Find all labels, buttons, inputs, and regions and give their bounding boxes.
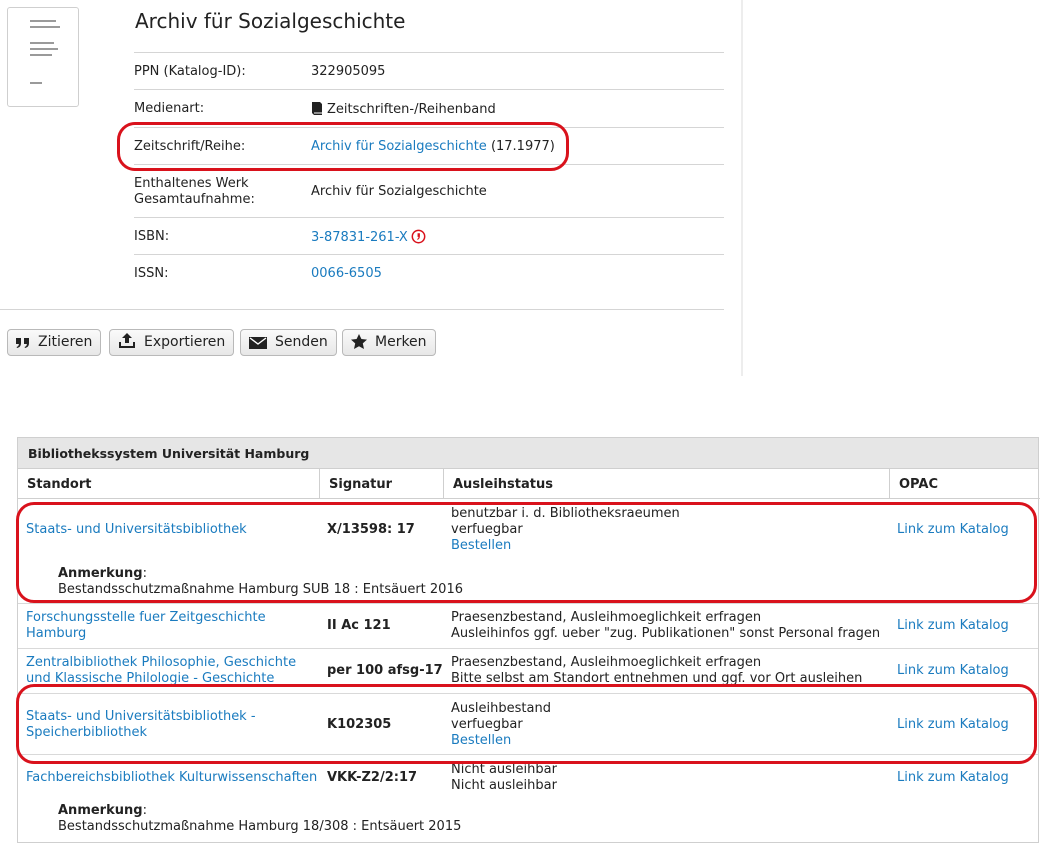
export-label: Exportieren (144, 334, 226, 350)
location-line: Speicherbibliothek (26, 725, 147, 740)
field-label-line2: Gesamtaufnahme: (134, 192, 255, 207)
opac-link[interactable]: Link zum Katalog (897, 717, 1009, 733)
envelope-icon (249, 337, 267, 349)
location-line: Hamburg (26, 626, 87, 641)
status-line: Nicht ausleihbar (451, 778, 557, 793)
column-header-status: Ausleihstatus (444, 469, 890, 499)
opac-link[interactable]: Link zum Katalog (897, 770, 1009, 786)
opac-link[interactable]: Link zum Katalog (897, 522, 1009, 538)
status-line: verfuegbar (451, 717, 523, 732)
field-label: ISSN: (134, 266, 169, 281)
note-colon: : (142, 566, 147, 581)
record-detail: Archiv für Sozialgeschichte PPN (Katalog… (0, 0, 743, 376)
table-row: Forschungsstelle fuer Zeitgeschichte Hamb… (18, 604, 1038, 649)
table-row: Zentralbibliothek Philosophie, Geschicht… (18, 649, 1038, 694)
signature: K102305 (327, 717, 392, 732)
record-title: Archiv für Sozialgeschichte (135, 9, 406, 33)
table-row: Fachbereichsbibliothek Kulturwissenschaf… (18, 755, 1038, 843)
location-link[interactable]: Staats- und Universitätsbibliothek - Spei… (26, 709, 256, 741)
status-line: Bitte selbst am Standort entnehmen und g… (451, 671, 863, 686)
cover-image (30, 20, 60, 96)
column-header-location: Standort (18, 469, 320, 499)
field-label: Zeitschrift/Reihe: (134, 139, 246, 154)
order-link[interactable]: Bestellen (451, 538, 511, 554)
signature: per 100 afsg-17 (327, 663, 443, 678)
field-value: Archiv für Sozialgeschichte (17.1977) (311, 139, 555, 155)
opac-link[interactable]: Link zum Katalog (897, 663, 1009, 679)
media-type-text: Zeitschriften-/Reihenband (327, 102, 496, 117)
note-label: Anmerkung (58, 803, 143, 818)
location-line: Forschungsstelle fuer Zeitgeschichte (26, 610, 266, 625)
bookmark-label: Merken (375, 334, 427, 350)
isbn-link[interactable]: 3-87831-261-X (311, 230, 408, 245)
field-value: Archiv für Sozialgeschichte (311, 184, 487, 199)
table-row: Staats- und Universitätsbibliothek X/135… (18, 499, 1038, 604)
note-heading: Anmerkung: (58, 803, 147, 819)
status-line: benutzbar i. d. Bibliotheksraeumen (451, 506, 680, 521)
holdings-table: Bibliothekssystem Universität Hamburg St… (17, 437, 1040, 843)
status-line: Nicht ausleihbar (451, 762, 557, 777)
field-ppn: PPN (Katalog-ID): 322905095 (134, 52, 724, 89)
divider (0, 309, 724, 310)
status-line: verfuegbar (451, 522, 523, 537)
series-link[interactable]: Archiv für Sozialgeschichte (311, 139, 487, 154)
field-isbn: ISBN: 3-87831-261-X (134, 217, 724, 254)
field-contained-work: Enthaltenes Werk Gesamtaufnahme: Archiv … (134, 164, 724, 217)
signature: X/13598: 17 (327, 522, 415, 537)
star-icon (351, 334, 367, 349)
note-colon: : (142, 803, 147, 818)
note-heading: Anmerkung: (58, 566, 147, 582)
location-link[interactable]: Fachbereichsbibliothek Kulturwissenschaf… (26, 770, 317, 786)
status-line: Praesenzbestand, Ausleihmoeglichkeit erf… (451, 655, 762, 670)
send-button[interactable]: Senden (240, 329, 337, 356)
book-icon (312, 102, 322, 115)
field-label: Enthaltenes Werk Gesamtaufnahme: (134, 176, 255, 208)
column-divider (741, 0, 743, 376)
status-line: Praesenzbestand, Ausleihmoeglichkeit erf… (451, 610, 762, 625)
location-line: Zentralbibliothek Philosophie, Geschicht… (26, 655, 297, 670)
issn-link[interactable]: 0066-6505 (311, 266, 382, 281)
opac-link[interactable]: Link zum Katalog (897, 618, 1009, 634)
field-label: ISBN: (134, 229, 170, 244)
location-link[interactable]: Forschungsstelle fuer Zeitgeschichte Hamb… (26, 610, 266, 642)
field-value: 322905095 (311, 64, 386, 79)
column-header-signature: Signatur (320, 469, 444, 499)
note-text: Bestandsschutzmaßnahme Hamburg 18/308 : … (58, 819, 462, 834)
cite-label: Zitieren (38, 334, 93, 350)
field-label: Medienart: (134, 101, 205, 116)
status-line: Ausleihbestand (451, 701, 551, 716)
signature: II Ac 121 (327, 618, 391, 633)
location-link[interactable]: Zentralbibliothek Philosophie, Geschicht… (26, 655, 296, 687)
send-label: Senden (275, 334, 328, 350)
export-button[interactable]: Exportieren (109, 329, 235, 356)
signature: VKK-Z2/2:17 (327, 770, 418, 785)
cover-thumbnail[interactable] (7, 7, 79, 107)
field-value: 0066-6505 (311, 266, 382, 282)
status-line: Ausleihinfos ggf. ueber "zug. Publikatio… (451, 626, 881, 641)
series-volume: (17.1977) (490, 139, 555, 154)
column-header-opac: OPAC (890, 469, 1040, 499)
location-line: und Klassische Philologie - Geschichte (26, 671, 275, 686)
order-link[interactable]: Bestellen (451, 733, 511, 749)
field-value: 3-87831-261-X (311, 229, 426, 246)
upload-icon (119, 333, 135, 348)
bookmark-button[interactable]: Merken (342, 329, 436, 356)
field-media-type: Medienart: Zeitschriften-/Reihenband (134, 89, 724, 127)
field-value: Zeitschriften-/Reihenband (311, 101, 496, 118)
table-row: Staats- und Universitätsbibliothek - Spei… (18, 694, 1038, 755)
note-label: Anmerkung (58, 566, 143, 581)
cite-button[interactable]: Zitieren (7, 329, 102, 356)
location-link[interactable]: Staats- und Universitätsbibliothek (26, 522, 247, 538)
field-issn: ISSN: 0066-6505 (134, 254, 724, 292)
note-text: Bestandsschutzmaßnahme Hamburg SUB 18 : … (58, 582, 463, 597)
field-series: Zeitschrift/Reihe: Archiv für Sozialgesc… (134, 127, 724, 164)
quote-icon (16, 338, 29, 348)
open-access-icon[interactable] (411, 229, 426, 244)
field-label: PPN (Katalog-ID): (134, 64, 246, 79)
holdings-title: Bibliothekssystem Universität Hamburg (18, 438, 1038, 469)
field-label-line1: Enthaltenes Werk (134, 176, 249, 191)
location-line: Staats- und Universitätsbibliothek - (26, 709, 256, 724)
